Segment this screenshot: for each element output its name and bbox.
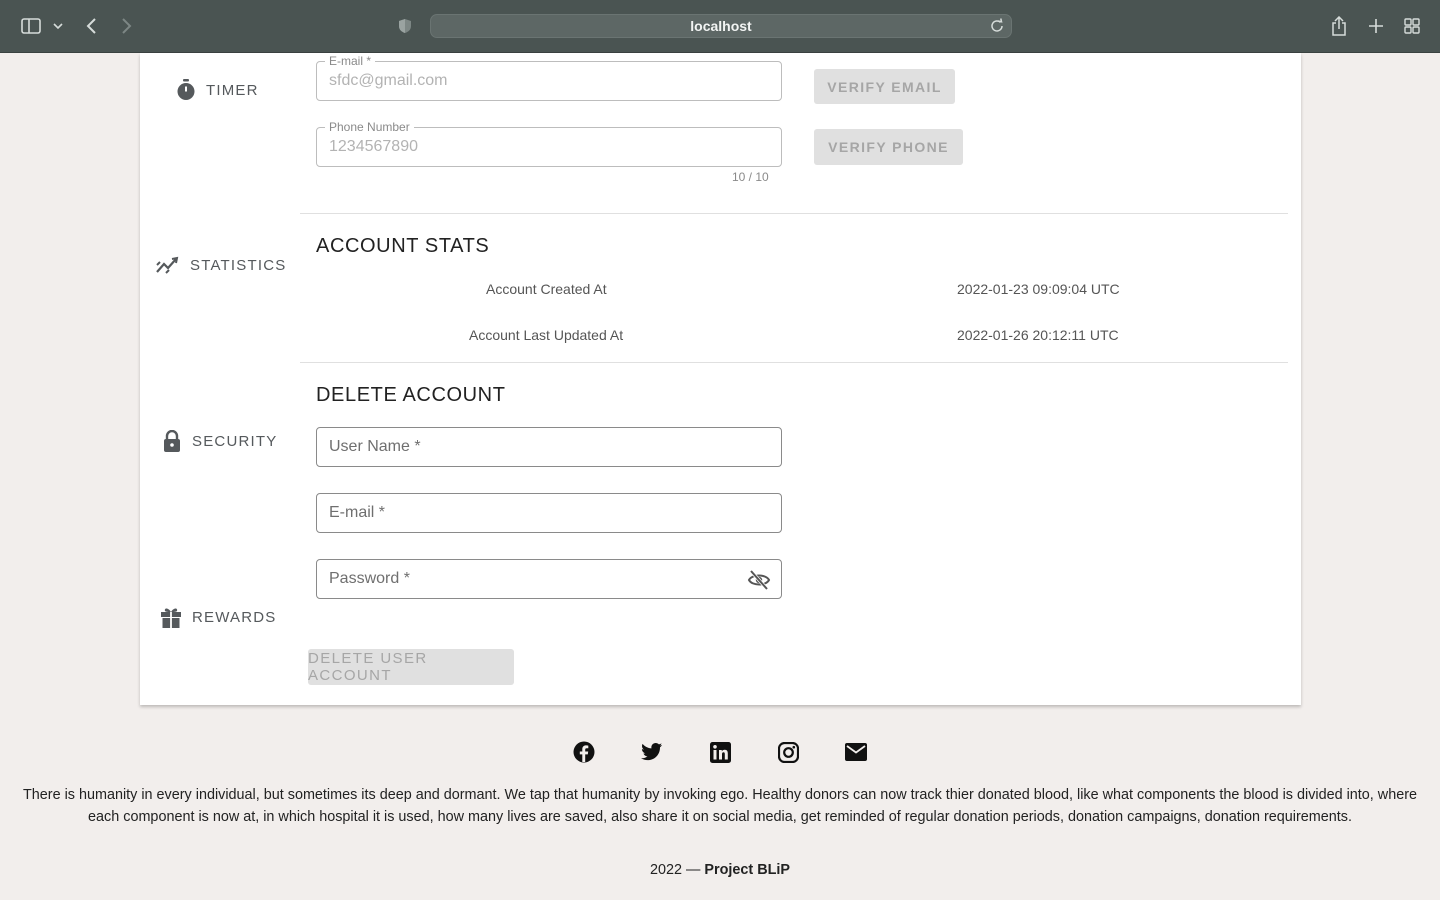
- stat-label-created: Account Created At: [486, 281, 607, 297]
- twitter-icon[interactable]: [640, 740, 664, 764]
- address-bar[interactable]: localhost: [430, 14, 1012, 38]
- mail-icon[interactable]: [844, 740, 868, 764]
- email-field[interactable]: E-mail * sfdc@gmail.com: [316, 54, 782, 101]
- brand-name[interactable]: Project BLiP: [704, 862, 790, 878]
- delete-email-placeholder: E-mail *: [329, 504, 386, 521]
- instagram-icon[interactable]: [776, 740, 800, 764]
- verify-phone-button[interactable]: VERIFY PHONE: [814, 129, 963, 165]
- sidebar-item-label: TIMER: [206, 81, 259, 99]
- linkedin-icon[interactable]: [708, 740, 732, 764]
- new-tab-icon[interactable]: [1366, 13, 1386, 39]
- sidebar-item-rewards[interactable]: REWARDS: [160, 606, 277, 628]
- phone-field-label: Phone Number: [325, 120, 414, 134]
- chevron-down-icon[interactable]: [52, 13, 64, 39]
- stat-value-updated: 2022-01-26 20:12:11 UTC: [957, 327, 1119, 343]
- gift-icon: [161, 608, 181, 628]
- stat-value-created: 2022-01-23 09:09:04 UTC: [957, 281, 1120, 297]
- timer-icon: [177, 79, 195, 100]
- sidebar-item-label: SECURITY: [192, 432, 278, 450]
- phone-number-field[interactable]: Phone Number 1234567890: [316, 120, 782, 167]
- profile-card: TIMER STATISTICS SECURITY REWARDS E-mail…: [140, 53, 1301, 705]
- sidebar-item-statistics[interactable]: STATISTICS: [156, 255, 286, 275]
- sidebar-item-label: STATISTICS: [190, 256, 287, 274]
- copyright-year: 2022 —: [650, 862, 705, 878]
- username-input[interactable]: User Name *: [316, 427, 782, 467]
- copyright: 2022 — Project BLiP: [0, 862, 1440, 878]
- browser-toolbar: localhost: [0, 0, 1440, 53]
- stat-label-updated: Account Last Updated At: [469, 327, 624, 343]
- lock-icon: [164, 430, 180, 452]
- password-input[interactable]: Password *: [316, 559, 782, 599]
- reload-icon[interactable]: [989, 18, 1005, 37]
- facebook-icon[interactable]: [572, 740, 596, 764]
- sidebar-toggle-icon[interactable]: [20, 13, 42, 39]
- section-divider: [300, 362, 1288, 363]
- sidebar-item-timer[interactable]: TIMER: [176, 79, 259, 101]
- sidebar-item-security[interactable]: SECURITY: [162, 430, 277, 452]
- url-text: localhost: [690, 18, 752, 34]
- delete-user-account-button[interactable]: DELETE USER ACCOUNT: [308, 649, 514, 685]
- username-placeholder: User Name *: [329, 438, 421, 455]
- share-icon[interactable]: [1329, 13, 1349, 39]
- delete-account-title: DELETE ACCOUNT: [316, 384, 506, 406]
- password-placeholder: Password *: [329, 570, 410, 587]
- tab-overview-icon[interactable]: [1402, 13, 1422, 39]
- email-field-label: E-mail *: [325, 54, 376, 68]
- phone-character-counter: 10 / 10: [732, 170, 769, 184]
- privacy-shield-icon[interactable]: [396, 13, 414, 39]
- email-field-value: sfdc@gmail.com: [329, 72, 448, 89]
- visibility-off-icon[interactable]: [747, 568, 771, 597]
- section-divider: [300, 213, 1288, 214]
- delete-email-input[interactable]: E-mail *: [316, 493, 782, 533]
- back-icon[interactable]: [82, 13, 100, 39]
- account-stats-title: ACCOUNT STATS: [316, 235, 490, 257]
- forward-icon[interactable]: [118, 13, 136, 39]
- statistics-icon: [156, 256, 179, 274]
- phone-field-value: 1234567890: [329, 138, 418, 155]
- sidebar-item-label: REWARDS: [192, 608, 277, 626]
- social-links: [0, 740, 1440, 764]
- footer-description: There is humanity in every individual, b…: [22, 787, 1417, 825]
- verify-email-button[interactable]: VERIFY EMAIL: [814, 69, 955, 104]
